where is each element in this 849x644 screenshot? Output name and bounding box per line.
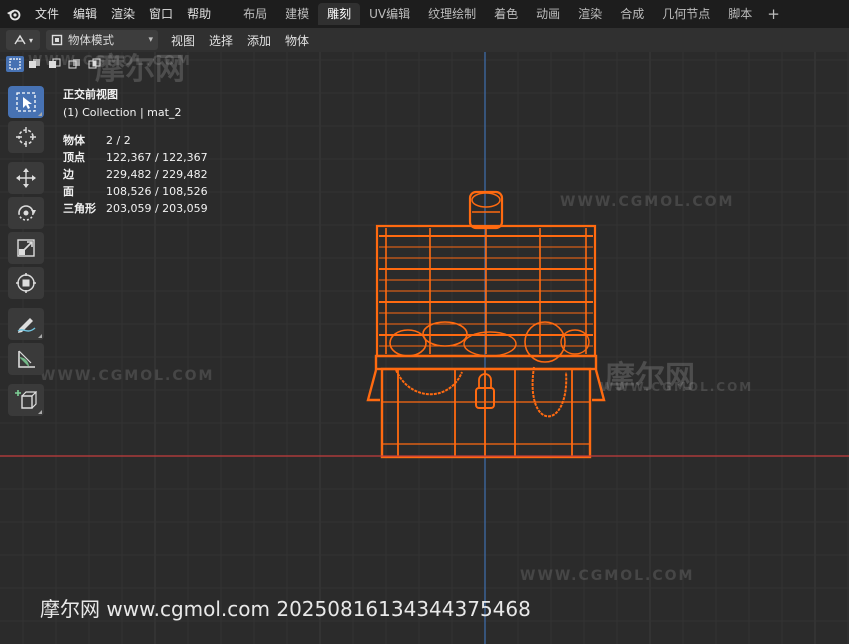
watermark-text: WWW.CGMOL.COM: [520, 568, 695, 584]
treasure-coins: [389, 329, 427, 357]
collection-label: (1) Collection | mat_2: [63, 106, 182, 119]
stat-row: 边 229,482 / 229,482: [63, 166, 208, 183]
select-intersect-icon: [88, 58, 101, 69]
object-mode-icon: [51, 34, 63, 46]
footer-watermark: 摩尔网 www.cgmol.com 20250816134344375468: [40, 597, 531, 621]
viewport-info: 正交前视图 (1) Collection | mat_2: [63, 86, 181, 122]
cursor-icon: [16, 127, 36, 147]
tab-uv-editing[interactable]: UV编辑: [360, 3, 419, 25]
measure-icon: [18, 350, 35, 368]
top-menu-bar: 文件 编辑 渲染 窗口 帮助 布局 建模 雕刻 UV编辑 纹理绘制 着色 动画 …: [0, 0, 849, 28]
viewport-header: ▾ 物体模式 ▾ 视图 选择 添加 物体: [0, 28, 849, 52]
orientation-icon: [14, 34, 26, 45]
watermark-logo: 摩尔网: [605, 360, 695, 395]
side-chain: [531, 366, 568, 418]
chest-wireframe[interactable]: [366, 190, 606, 459]
stat-label: 顶点: [63, 151, 85, 164]
tab-compositing[interactable]: 合成: [611, 3, 653, 25]
menu-file[interactable]: 文件: [28, 0, 66, 28]
stat-label: 边: [63, 168, 74, 181]
tab-geometry-nodes[interactable]: 几何节点: [653, 3, 719, 25]
tool-transform[interactable]: [8, 267, 44, 299]
mode-label: 物体模式: [68, 33, 114, 47]
stat-value: 203,059 / 203,059: [106, 202, 208, 215]
blender-logo-icon[interactable]: [0, 0, 28, 28]
tool-scale[interactable]: [8, 232, 44, 264]
stat-label: 三角形: [63, 202, 96, 215]
move-icon: [16, 168, 36, 188]
stat-row: 面 108,526 / 108,526: [63, 183, 208, 200]
tool-cursor[interactable]: [8, 121, 44, 153]
watermark-text: WWW.CGMOL.COM: [40, 368, 215, 384]
select-difference-icon: [68, 59, 80, 69]
select-box-icon: [16, 92, 36, 112]
select-new-button[interactable]: [6, 56, 24, 72]
tool-move[interactable]: [8, 162, 44, 194]
view-name: 正交前视图: [63, 88, 118, 101]
top-lock-ring: [471, 192, 501, 208]
scale-icon: [17, 239, 35, 257]
menu-add[interactable]: 添加: [240, 32, 278, 49]
tab-texture-paint[interactable]: 纹理绘制: [419, 3, 485, 25]
rotate-icon: [18, 205, 36, 221]
tab-modeling[interactable]: 建模: [276, 3, 318, 25]
watermark-text: WWW.CGMOL.COM: [560, 194, 735, 210]
scene-statistics: 物体 2 / 2 顶点 122,367 / 122,367 边 229,482 …: [63, 132, 208, 217]
menu-view[interactable]: 视图: [164, 32, 202, 49]
menu-help[interactable]: 帮助: [180, 0, 218, 28]
left-toolbar: [8, 86, 44, 419]
stat-label: 物体: [63, 134, 85, 147]
stat-value: 122,367 / 122,367: [106, 151, 208, 164]
tab-rendering[interactable]: 渲染: [569, 3, 611, 25]
tool-select-box[interactable]: [8, 86, 44, 118]
chevron-down-icon: ▾: [28, 35, 33, 45]
add-workspace-button[interactable]: +: [761, 3, 786, 25]
left-handle: [366, 369, 380, 402]
select-intersect-button[interactable]: [86, 56, 104, 72]
add-cube-icon: [15, 390, 37, 409]
tab-sculpting[interactable]: 雕刻: [318, 3, 361, 25]
stat-value: 229,482 / 229,482: [106, 168, 208, 181]
mode-select[interactable]: 物体模式 ▾: [46, 30, 158, 50]
stat-value: 2 / 2: [106, 134, 131, 147]
stat-row: 三角形 203,059 / 203,059: [63, 200, 208, 217]
menu-edit[interactable]: 编辑: [66, 0, 104, 28]
select-mode-buttons: [6, 56, 104, 72]
tab-shading[interactable]: 着色: [485, 3, 527, 25]
select-new-icon: [9, 58, 21, 70]
chest-rim: [374, 354, 598, 371]
select-difference-button[interactable]: [66, 56, 84, 72]
tab-animation[interactable]: 动画: [527, 3, 569, 25]
tool-add-cube[interactable]: [8, 384, 44, 416]
stat-label: 面: [63, 185, 74, 198]
transform-orientation-button[interactable]: ▾: [6, 30, 40, 50]
stat-row: 物体 2 / 2: [63, 132, 208, 149]
tab-layout[interactable]: 布局: [234, 3, 276, 25]
watermark-logo: 摩尔网: [95, 52, 185, 87]
menu-select[interactable]: 选择: [202, 32, 240, 49]
header-menus: 视图 选择 添加 物体: [164, 32, 316, 49]
select-subtract-icon: [49, 58, 61, 68]
select-subtract-button[interactable]: [46, 56, 64, 72]
annotate-icon: [17, 318, 36, 333]
menu-render[interactable]: 渲染: [104, 0, 142, 28]
menu-window[interactable]: 窗口: [142, 0, 180, 28]
tool-annotate[interactable]: [8, 308, 44, 340]
stat-value: 108,526 / 108,526: [106, 185, 208, 198]
tool-measure[interactable]: [8, 343, 44, 375]
tab-scripting[interactable]: 脚本: [719, 3, 761, 25]
transform-icon: [16, 273, 36, 293]
tool-rotate[interactable]: [8, 197, 44, 229]
chevron-down-icon: ▾: [148, 35, 153, 45]
stat-row: 顶点 122,367 / 122,367: [63, 149, 208, 166]
select-extend-icon: [29, 59, 40, 68]
workspace-tabs: 布局 建模 雕刻 UV编辑 纹理绘制 着色 动画 渲染 合成 几何节点 脚本 +: [234, 0, 786, 28]
select-extend-button[interactable]: [26, 56, 44, 72]
top-lock: [468, 190, 504, 230]
menu-object[interactable]: 物体: [278, 32, 316, 49]
